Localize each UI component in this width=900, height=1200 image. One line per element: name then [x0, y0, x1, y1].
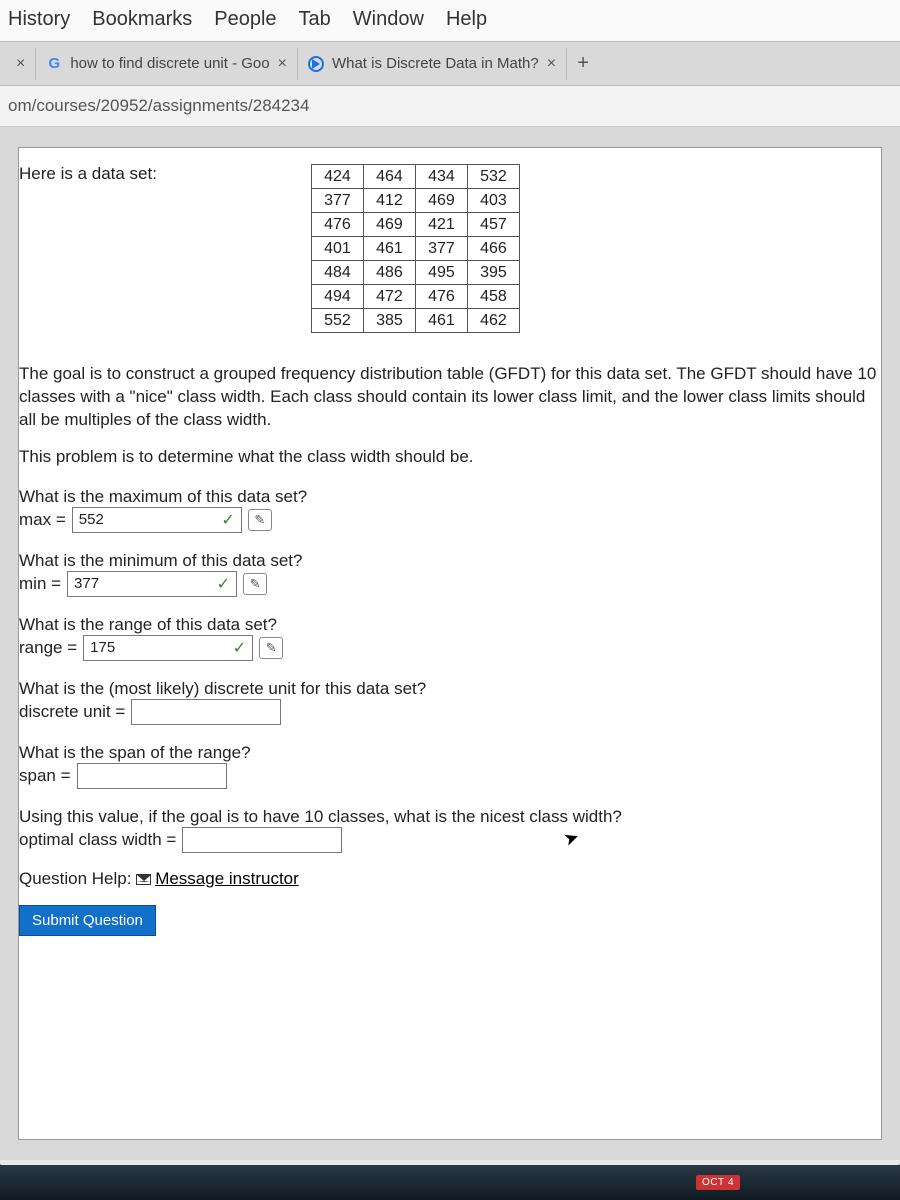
data-cell: 395	[467, 261, 519, 285]
data-cell: 466	[467, 237, 519, 261]
data-cell: 457	[467, 213, 519, 237]
format-help-button[interactable]: ✎	[248, 509, 272, 531]
menu-tab[interactable]: Tab	[299, 8, 331, 31]
question-discrete-unit: What is the (most likely) discrete unit …	[19, 679, 881, 725]
message-instructor-link[interactable]: Message instructor	[155, 869, 299, 888]
data-cell: 472	[363, 285, 415, 309]
instructions-para-1: The goal is to construct a grouped frequ…	[19, 363, 881, 432]
calendar-badge[interactable]: OCT 4	[696, 1175, 740, 1190]
data-cell: 552	[311, 309, 363, 333]
submit-question-button[interactable]: Submit Question	[19, 905, 156, 936]
os-menubar: History Bookmarks People Tab Window Help	[0, 0, 900, 42]
google-icon: G	[46, 56, 62, 72]
tab-prev-remnant[interactable]: ×	[6, 48, 36, 80]
check-icon: ✓	[217, 574, 230, 594]
help-label: Question Help:	[19, 869, 131, 888]
instructions-para-2: This problem is to determine what the cl…	[19, 446, 881, 469]
play-icon	[308, 56, 324, 72]
tab-discrete-data[interactable]: What is Discrete Data in Math? ×	[298, 48, 567, 80]
question-prompt: Using this value, if the goal is to have…	[19, 807, 881, 827]
tab-google-search[interactable]: G how to find discrete unit - Goo ×	[36, 48, 298, 80]
data-cell: 462	[467, 309, 519, 333]
close-icon[interactable]: ×	[278, 55, 287, 73]
field-label: min =	[19, 574, 61, 594]
min-input[interactable]: 377 ✓	[67, 571, 237, 597]
close-icon[interactable]: ×	[547, 55, 556, 73]
data-cell: 461	[415, 309, 467, 333]
format-help-button[interactable]: ✎	[243, 573, 267, 595]
data-cell: 476	[311, 213, 363, 237]
question-span: What is the span of the range? span =	[19, 743, 881, 789]
menu-window[interactable]: Window	[353, 8, 424, 31]
taskbar: OCT 4	[0, 1165, 900, 1200]
field-label: max =	[19, 510, 66, 530]
menu-people[interactable]: People	[214, 8, 276, 31]
data-cell: 469	[415, 189, 467, 213]
data-cell: 377	[415, 237, 467, 261]
field-label: optimal class width =	[19, 830, 176, 850]
question-prompt: What is the maximum of this data set?	[19, 487, 881, 507]
question-prompt: What is the range of this data set?	[19, 615, 881, 635]
max-input[interactable]: 552 ✓	[72, 507, 242, 533]
data-cell: 403	[467, 189, 519, 213]
close-icon[interactable]: ×	[16, 55, 25, 73]
url-text: om/courses/20952/assignments/284234	[8, 96, 309, 115]
data-cell: 421	[415, 213, 467, 237]
question-prompt: What is the span of the range?	[19, 743, 881, 763]
question-min: What is the minimum of this data set? mi…	[19, 551, 881, 597]
input-value: 552	[79, 511, 104, 528]
span-input[interactable]	[77, 763, 227, 789]
field-label: range =	[19, 638, 77, 658]
tab-label: how to find discrete unit - Goo	[70, 55, 269, 72]
question-range: What is the range of this data set? rang…	[19, 615, 881, 661]
data-cell: 464	[363, 165, 415, 189]
check-icon: ✓	[221, 510, 234, 530]
class-width-input[interactable]	[182, 827, 342, 853]
menu-bookmarks[interactable]: Bookmarks	[92, 8, 192, 31]
check-icon: ✓	[233, 638, 246, 658]
data-cell: 434	[415, 165, 467, 189]
new-tab-button[interactable]: +	[567, 48, 599, 80]
data-cell: 412	[363, 189, 415, 213]
data-cell: 532	[467, 165, 519, 189]
input-value: 175	[90, 639, 115, 656]
format-help-button[interactable]: ✎	[259, 637, 283, 659]
data-cell: 469	[363, 213, 415, 237]
data-cell: 385	[363, 309, 415, 333]
mail-icon	[136, 874, 151, 885]
data-cell: 494	[311, 285, 363, 309]
data-cell: 486	[363, 261, 415, 285]
question-prompt: What is the minimum of this data set?	[19, 551, 881, 571]
address-bar[interactable]: om/courses/20952/assignments/284234	[0, 86, 900, 127]
data-cell: 476	[415, 285, 467, 309]
question-class-width: Using this value, if the goal is to have…	[19, 807, 881, 853]
data-cell: 461	[363, 237, 415, 261]
range-input[interactable]: 175 ✓	[83, 635, 253, 661]
input-value: 377	[74, 575, 99, 592]
question-prompt: What is the (most likely) discrete unit …	[19, 679, 881, 699]
data-cell: 458	[467, 285, 519, 309]
data-cell: 377	[311, 189, 363, 213]
field-label: span =	[19, 766, 71, 786]
field-label: discrete unit =	[19, 702, 125, 722]
data-cell: 401	[311, 237, 363, 261]
data-cell: 484	[311, 261, 363, 285]
question-max: What is the maximum of this data set? ma…	[19, 487, 881, 533]
discrete-unit-input[interactable]	[131, 699, 281, 725]
menu-history[interactable]: History	[8, 8, 70, 31]
data-cell: 424	[311, 165, 363, 189]
tab-strip: × G how to find discrete unit - Goo × Wh…	[0, 42, 900, 86]
menu-help[interactable]: Help	[446, 8, 487, 31]
data-table: 4244644345323774124694034764694214574014…	[311, 164, 520, 333]
data-set-label: Here is a data set:	[19, 164, 157, 184]
tab-label: What is Discrete Data in Math?	[332, 55, 539, 72]
question-help-row: Question Help: Message instructor	[19, 869, 881, 889]
data-cell: 495	[415, 261, 467, 285]
